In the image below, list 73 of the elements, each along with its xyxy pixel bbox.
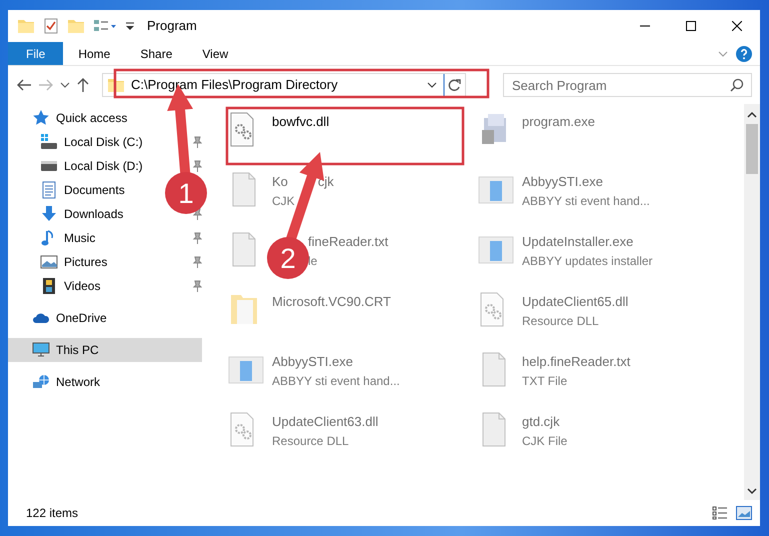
file-type: ABBYY updates installer: [522, 252, 653, 270]
close-icon[interactable]: [732, 21, 742, 31]
star-icon: [32, 109, 50, 127]
scroll-down-icon[interactable]: [747, 486, 757, 496]
scroll-up-icon[interactable]: [747, 110, 757, 120]
address-path: C:\Program Files\Program Directory: [131, 76, 338, 94]
expand-ribbon-icon[interactable]: [718, 50, 728, 58]
pin-icon[interactable]: [192, 232, 202, 244]
file-name[interactable]: AbbyySTI.exe: [522, 172, 603, 192]
view-options-icon[interactable]: [93, 18, 117, 34]
file-name[interactable]: cjk: [318, 172, 334, 192]
details-view-icon[interactable]: [712, 506, 728, 520]
nav-item[interactable]: Documents: [8, 178, 131, 202]
nav-item[interactable]: Pictures: [8, 250, 114, 274]
scrollbar-thumb[interactable]: [746, 124, 758, 174]
large-icons-view-icon[interactable]: [736, 506, 752, 520]
nav-item[interactable]: Local Disk (D:): [8, 154, 149, 178]
file-name[interactable]: gtd.cjk: [522, 412, 560, 432]
film-icon: [40, 277, 58, 295]
nav-item[interactable]: Music: [8, 226, 102, 250]
back-arrow-icon[interactable]: [16, 78, 32, 92]
properties-icon[interactable]: [43, 17, 59, 35]
help-icon[interactable]: [736, 46, 752, 62]
file-name[interactable]: fineReader.txt: [308, 232, 388, 252]
file-type: CJK File: [522, 432, 568, 450]
step-number-badge: 2: [267, 237, 309, 279]
ribbon-tab[interactable]: Home: [63, 42, 126, 65]
file-name[interactable]: UpdateInstaller.exe: [522, 232, 634, 252]
nav-item[interactable]: Downloads: [8, 202, 130, 226]
file-name[interactable]: Microsoft.VC90.CRT: [272, 292, 391, 312]
file-name[interactable]: help.fineReader.txt: [522, 352, 630, 372]
picture-icon: [40, 253, 58, 271]
file-type: TXT File: [522, 372, 568, 390]
nav-item[interactable]: Network: [8, 370, 106, 394]
window-title: Program: [147, 17, 197, 36]
ribbon-tab[interactable]: View: [187, 42, 244, 65]
download-icon: [40, 205, 58, 223]
nav-item[interactable]: Quick access: [8, 106, 134, 130]
file-name[interactable]: bowfvc.dll: [272, 112, 330, 132]
nav-item[interactable]: Videos: [8, 274, 106, 298]
file-name[interactable]: UpdateClient65.dll: [522, 292, 628, 312]
step-number-badge: 1: [165, 172, 207, 214]
search-icon: [730, 78, 744, 92]
item-count: 122 items: [26, 505, 78, 522]
monitor-icon: [32, 341, 50, 359]
file-menu-button[interactable]: File: [8, 42, 64, 65]
file-name[interactable]: program.exe: [522, 112, 595, 132]
pin-icon[interactable]: [192, 256, 202, 268]
up-arrow-icon[interactable]: [76, 77, 90, 93]
ribbon-tab[interactable]: Share: [125, 42, 188, 65]
dropdown-caret-icon[interactable]: [427, 81, 437, 89]
maximize-icon[interactable]: [686, 21, 696, 31]
network-icon: [32, 373, 50, 391]
pin-icon[interactable]: [192, 280, 202, 292]
file-type: ABBYY sti event hand...: [522, 192, 650, 210]
nav-item[interactable]: OneDrive: [8, 306, 113, 330]
file-type: Resource DLL: [522, 312, 599, 330]
document-icon: [40, 181, 58, 199]
nav-item[interactable]: This PC: [8, 338, 202, 362]
pin-icon[interactable]: [192, 136, 202, 148]
nav-item[interactable]: Local Disk (C:): [8, 130, 149, 154]
file-name[interactable]: AbbyySTI.exe: [272, 352, 353, 372]
drive-icon: [40, 133, 58, 151]
file-type: ABBYY sti event hand...: [272, 372, 400, 390]
file-name[interactable]: Ko: [272, 172, 288, 192]
search-field[interactable]: Search Program: [503, 73, 752, 97]
file-type: le: [308, 252, 318, 270]
customize-toolbar-icon[interactable]: [125, 20, 135, 32]
recent-locations-icon[interactable]: [60, 81, 70, 89]
file-type: Resource DLL: [272, 432, 349, 450]
pin-icon[interactable]: [192, 160, 202, 172]
file-name[interactable]: UpdateClient63.dll: [272, 412, 378, 432]
file-type: CJK: [272, 192, 295, 210]
